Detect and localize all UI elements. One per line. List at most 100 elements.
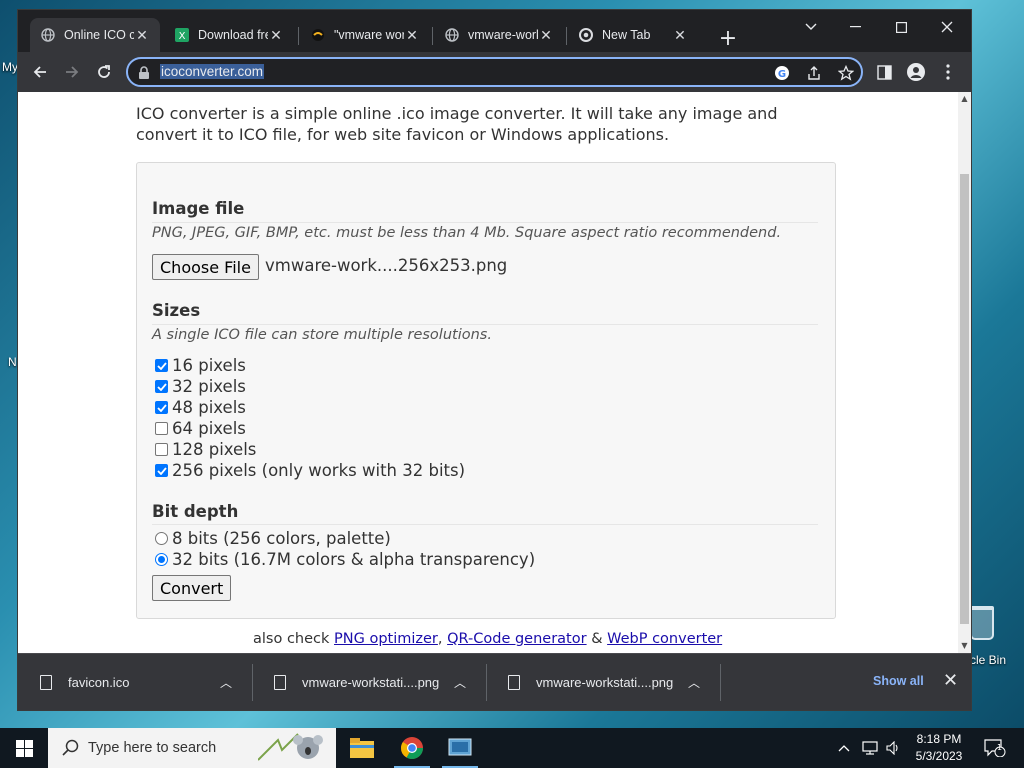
green-site-icon: X [174,27,190,43]
intro-text: ICO converter is a simple online .ico im… [136,104,778,144]
desktop-icon-label[interactable]: My [2,60,18,74]
share-icon[interactable] [804,63,824,83]
koala-search-highlight-icon [257,730,328,768]
volume-icon[interactable] [886,728,902,768]
tab-strip: Online ICO c ✕ X Download fre ✕ "vmware … [18,10,971,52]
file-explorer-icon[interactable] [338,728,386,768]
convert-button[interactable]: Convert [152,575,232,601]
choose-file-button[interactable]: Choose File [152,254,259,280]
svg-text:G: G [778,69,786,80]
chevron-up-icon[interactable]: ︿ [450,674,470,691]
minimize-button[interactable] [832,12,878,42]
size-option-128[interactable]: 128 pixels [155,439,256,460]
checkbox-16[interactable] [155,359,168,372]
close-tab-icon[interactable]: ✕ [268,27,284,44]
tab-search-chevron-icon[interactable] [788,12,834,42]
search-icon [62,739,79,760]
webp-converter-link[interactable]: WebP converter [607,631,722,647]
size-option-32[interactable]: 32 pixels [155,376,246,397]
radio-32-bits[interactable] [155,553,168,566]
bookmark-star-icon[interactable] [836,63,856,83]
file-icon [508,675,520,690]
notification-count: 1 [997,743,1003,752]
tab-online-ico-converter[interactable]: Online ICO c ✕ [30,18,160,52]
profile-avatar-icon[interactable] [902,58,930,86]
close-tab-icon[interactable]: ✕ [404,27,420,44]
chevron-up-icon[interactable]: ︿ [216,674,236,691]
also-check-links: also check PNG optimizer, QR-Code genera… [253,631,723,647]
bit-depth-heading: Bit depth [152,502,239,521]
png-optimizer-link[interactable]: PNG optimizer [334,631,438,647]
checkbox-32[interactable] [155,380,168,393]
url-text[interactable]: icoconverter.com [160,64,265,79]
notification-center-icon[interactable]: 1 [984,728,1006,768]
download-item[interactable]: vmware-workstati....png ︿ [486,654,720,711]
reload-button[interactable] [90,58,118,86]
close-download-shelf-icon[interactable]: ✕ [943,670,958,691]
checkbox-128[interactable] [155,443,168,456]
kebab-menu-icon[interactable] [934,58,962,86]
taskbar-clock[interactable]: 8:18 PM 5/3/2023 [906,731,972,765]
size-option-256[interactable]: 256 pixels (only works with 32 bits) [155,460,465,481]
size-option-48[interactable]: 48 pixels [155,397,246,418]
network-icon[interactable] [862,728,878,768]
scrollbar-thumb[interactable] [960,174,969,624]
taskbar-search-box[interactable]: Type here to search [48,728,336,768]
clock-date: 5/3/2023 [915,749,963,763]
google-lens-icon[interactable]: G [772,63,792,83]
image-file-heading: Image file [152,199,245,218]
globe-icon [444,27,460,43]
tab-download[interactable]: X Download fre ✕ [164,18,294,52]
bit-depth-32[interactable]: 32 bits (16.7M colors & alpha transparen… [155,549,535,570]
svg-text:X: X [179,31,186,42]
checkbox-64[interactable] [155,422,168,435]
sizes-hint: A single ICO file can store multiple res… [152,327,492,343]
size-option-64[interactable]: 64 pixels [155,418,246,439]
close-tab-icon[interactable]: ✕ [538,27,554,44]
tab-title: Online ICO c [64,28,134,42]
desktop-icon-label[interactable]: N [8,355,17,369]
tab-new-tab[interactable]: New Tab ✕ [568,18,698,52]
tab-vmware-workstation[interactable]: vmware-work ✕ [434,18,564,52]
converter-form: Image file PNG, JPEG, GIF, BMP, etc. mus… [136,162,836,619]
forward-button[interactable] [58,58,86,86]
close-tab-icon[interactable]: ✕ [672,27,688,44]
scroll-down-icon[interactable]: ▼ [960,641,969,651]
chrome-taskbar-icon[interactable] [388,728,436,768]
show-all-downloads-link[interactable]: Show all [873,674,924,688]
recycle-bin-label[interactable]: cle Bin [970,653,1006,667]
chevron-up-icon[interactable]: ︿ [684,674,704,691]
size-option-16[interactable]: 16 pixels [155,355,246,376]
chrome-window: Online ICO c ✕ X Download fre ✕ "vmware … [18,10,971,710]
checkbox-48[interactable] [155,401,168,414]
scroll-up-icon[interactable]: ▲ [960,94,969,104]
radio-8-bits[interactable] [155,532,168,545]
windows-start-icon[interactable] [0,728,48,768]
tab-title: New Tab [602,28,651,42]
checkbox-256[interactable] [155,464,168,477]
file-icon [40,675,52,690]
bit-depth-8[interactable]: 8 bits (256 colors, palette) [155,528,391,549]
bing-icon [310,27,326,43]
tab-vmware-search[interactable]: "vmware wor ✕ [300,18,430,52]
browser-toolbar: icoconverter.com G [18,52,971,92]
download-item[interactable]: vmware-workstati....png ︿ [252,654,486,711]
globe-icon [40,27,56,43]
tab-title: vmware-work [468,28,538,42]
tray-overflow-chevron-icon[interactable] [838,728,850,768]
vmware-taskbar-icon[interactable] [436,728,484,768]
close-window-button[interactable] [924,12,970,42]
maximize-button[interactable] [878,12,924,42]
image-file-hint: PNG, JPEG, GIF, BMP, etc. must be less t… [152,225,782,241]
qr-code-generator-link[interactable]: QR-Code generator [447,631,586,647]
side-panel-icon[interactable] [870,58,898,86]
lock-icon[interactable] [138,65,152,79]
windows-taskbar: Type here to search 8:18 PM 5/3/2023 1 [0,728,1024,768]
back-button[interactable] [26,58,54,86]
page-scrollbar[interactable]: ▲ ▼ [958,92,971,653]
close-tab-icon[interactable]: ✕ [134,27,150,44]
new-tab-button[interactable]: + [714,24,742,52]
tab-title: "vmware wor [334,28,404,42]
address-bar[interactable]: icoconverter.com G [126,57,863,87]
download-item[interactable]: favicon.ico ︿ [18,654,252,711]
